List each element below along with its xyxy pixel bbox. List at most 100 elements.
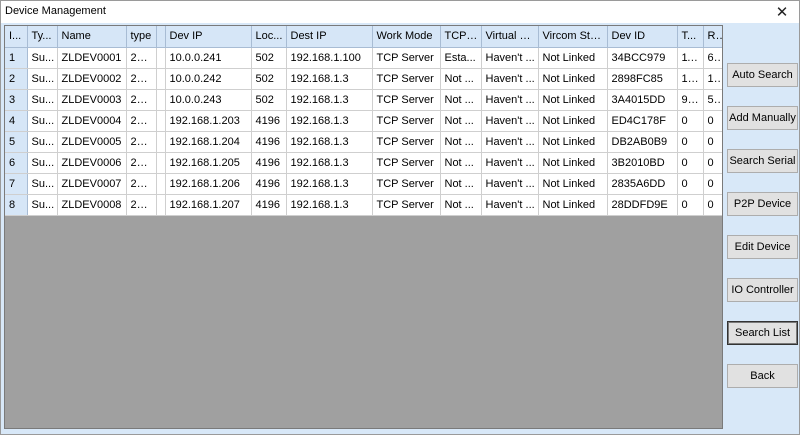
table-cell[interactable]: 192.168.1.207 — [165, 194, 252, 216]
table-cell[interactable]: Haven't ... — [481, 194, 539, 216]
table-cell[interactable]: ZLDEV0008 — [57, 194, 127, 216]
table-cell[interactable]: 96... — [677, 89, 704, 111]
table-cell[interactable]: Haven't ... — [481, 152, 539, 174]
table-cell[interactable]: ED4C178F — [607, 110, 678, 132]
table-cell[interactable]: ZLDEV0005 — [57, 131, 127, 153]
table-cell[interactable]: 0 — [677, 194, 704, 216]
table-cell[interactable]: ZLDEV0004 — [57, 110, 127, 132]
table-cell[interactable]: 2007 — [126, 68, 157, 90]
table-cell[interactable]: 10.0.0.242 — [165, 68, 252, 90]
table-cell[interactable]: DB2AB0B9 — [607, 131, 678, 153]
table-cell[interactable]: 192.168.1.203 — [165, 110, 252, 132]
table-cell[interactable]: 192.168.1.3 — [286, 173, 373, 195]
table-cell[interactable]: 2007 — [126, 131, 157, 153]
table-cell[interactable]: Not Linked — [538, 131, 608, 153]
table-cell[interactable]: 502 — [251, 68, 287, 90]
table-cell[interactable]: Su... — [27, 194, 58, 216]
add-manually-button[interactable]: Add Manually — [727, 106, 798, 130]
table-cell[interactable]: 0 — [677, 110, 704, 132]
table-cell[interactable]: 11... — [677, 47, 704, 69]
table-row[interactable]: 4 Su... ZLDEV0004 2007 192.168.1.203 4196 192.… — [5, 110, 722, 132]
table-cell[interactable]: TCP Server — [372, 131, 441, 153]
table-cell[interactable]: TCP Server — [372, 194, 441, 216]
table-cell[interactable]: Not ... — [440, 173, 482, 195]
table-cell[interactable] — [156, 173, 166, 195]
table-cell[interactable]: Not ... — [440, 131, 482, 153]
close-icon[interactable]: ✕ — [765, 1, 799, 23]
table-cell[interactable]: Su... — [27, 47, 58, 69]
row-header-cell[interactable]: 8 — [5, 194, 28, 216]
auto-search-button[interactable]: Auto Search — [727, 63, 798, 87]
table-cell[interactable]: 3B2010BD — [607, 152, 678, 174]
table-row[interactable]: 1 Su... ZLDEV0001 2007 10.0.0.241 502 192.168.… — [5, 47, 722, 69]
column-header-tcp[interactable]: TCP ... — [440, 26, 482, 48]
table-cell[interactable]: 34BCC979 — [607, 47, 678, 69]
table-cell[interactable]: 2898FC85 — [607, 68, 678, 90]
column-header-blank[interactable] — [156, 26, 166, 48]
column-header-r[interactable]: R... — [703, 26, 722, 48]
table-cell[interactable] — [156, 89, 166, 111]
column-header-dev-id[interactable]: Dev ID — [607, 26, 678, 48]
table-cell[interactable]: Su... — [27, 173, 58, 195]
table-cell[interactable]: 3A4015DD — [607, 89, 678, 111]
table-cell[interactable]: TCP Server — [372, 89, 441, 111]
row-header-cell[interactable]: 2 — [5, 68, 28, 90]
table-cell[interactable]: ZLDEV0007 — [57, 173, 127, 195]
table-cell[interactable]: 0 — [703, 131, 722, 153]
table-cell[interactable]: 2007 — [126, 152, 157, 174]
table-cell[interactable]: TCP Server — [372, 47, 441, 69]
table-cell[interactable]: 28DDFD9E — [607, 194, 678, 216]
table-cell[interactable]: 0 — [703, 173, 722, 195]
edit-device-button[interactable]: Edit Device — [727, 235, 798, 259]
table-cell[interactable]: 2007 — [126, 110, 157, 132]
table-cell[interactable]: Haven't ... — [481, 110, 539, 132]
table-cell[interactable]: Su... — [27, 68, 58, 90]
table-cell[interactable]: Not ... — [440, 110, 482, 132]
table-row[interactable]: 5 Su... ZLDEV0005 2007 192.168.1.204 4196 192.… — [5, 131, 722, 153]
table-cell[interactable]: 55... — [703, 89, 722, 111]
column-header-work-mode[interactable]: Work Mode — [372, 26, 441, 48]
table-cell[interactable]: 65... — [703, 47, 722, 69]
search-list-button[interactable]: Search List — [727, 321, 798, 345]
table-cell[interactable]: 4196 — [251, 152, 287, 174]
table-cell[interactable]: 17... — [703, 68, 722, 90]
table-cell[interactable]: Haven't ... — [481, 173, 539, 195]
table-cell[interactable]: 10.0.0.243 — [165, 89, 252, 111]
table-cell[interactable]: Haven't ... — [481, 131, 539, 153]
table-cell[interactable]: 502 — [251, 89, 287, 111]
table-cell[interactable]: 15... — [677, 68, 704, 90]
table-row[interactable]: 2 Su... ZLDEV0002 2007 10.0.0.242 502 192.168.… — [5, 68, 722, 90]
table-cell[interactable]: 192.168.1.3 — [286, 89, 373, 111]
search-serial-button[interactable]: Search Serial — [727, 149, 798, 173]
p2p-device-button[interactable]: P2P Device — [727, 192, 798, 216]
table-cell[interactable]: 0 — [703, 152, 722, 174]
table-cell[interactable]: 2007 — [126, 173, 157, 195]
column-header-name[interactable]: Name — [57, 26, 127, 48]
table-cell[interactable]: Not ... — [440, 89, 482, 111]
column-header-vircom-status[interactable]: Vircom Sta... — [538, 26, 608, 48]
table-row[interactable]: 6 Su... ZLDEV0006 2007 192.168.1.205 4196 192.… — [5, 152, 722, 174]
table-cell[interactable]: 2835A6DD — [607, 173, 678, 195]
table-cell[interactable]: 192.168.1.3 — [286, 152, 373, 174]
table-cell[interactable]: Su... — [27, 89, 58, 111]
table-cell[interactable]: Esta... — [440, 47, 482, 69]
table-cell[interactable]: Su... — [27, 152, 58, 174]
row-header-cell[interactable]: 5 — [5, 131, 28, 153]
table-cell[interactable] — [156, 110, 166, 132]
table-cell[interactable]: Su... — [27, 131, 58, 153]
table-cell[interactable] — [156, 152, 166, 174]
row-header-cell[interactable]: 6 — [5, 152, 28, 174]
row-header-cell[interactable]: 3 — [5, 89, 28, 111]
column-header-t[interactable]: T... — [677, 26, 704, 48]
table-cell[interactable]: TCP Server — [372, 110, 441, 132]
table-cell[interactable] — [156, 68, 166, 90]
table-cell[interactable]: 4196 — [251, 110, 287, 132]
table-cell[interactable]: 0 — [677, 152, 704, 174]
table-cell[interactable]: Not Linked — [538, 89, 608, 111]
table-cell[interactable]: TCP Server — [372, 152, 441, 174]
column-header-dest-ip[interactable]: Dest IP — [286, 26, 373, 48]
table-cell[interactable]: 192.168.1.206 — [165, 173, 252, 195]
table-cell[interactable]: 2007 — [126, 47, 157, 69]
io-controller-button[interactable]: IO Controller — [727, 278, 798, 302]
table-cell[interactable]: 192.168.1.205 — [165, 152, 252, 174]
